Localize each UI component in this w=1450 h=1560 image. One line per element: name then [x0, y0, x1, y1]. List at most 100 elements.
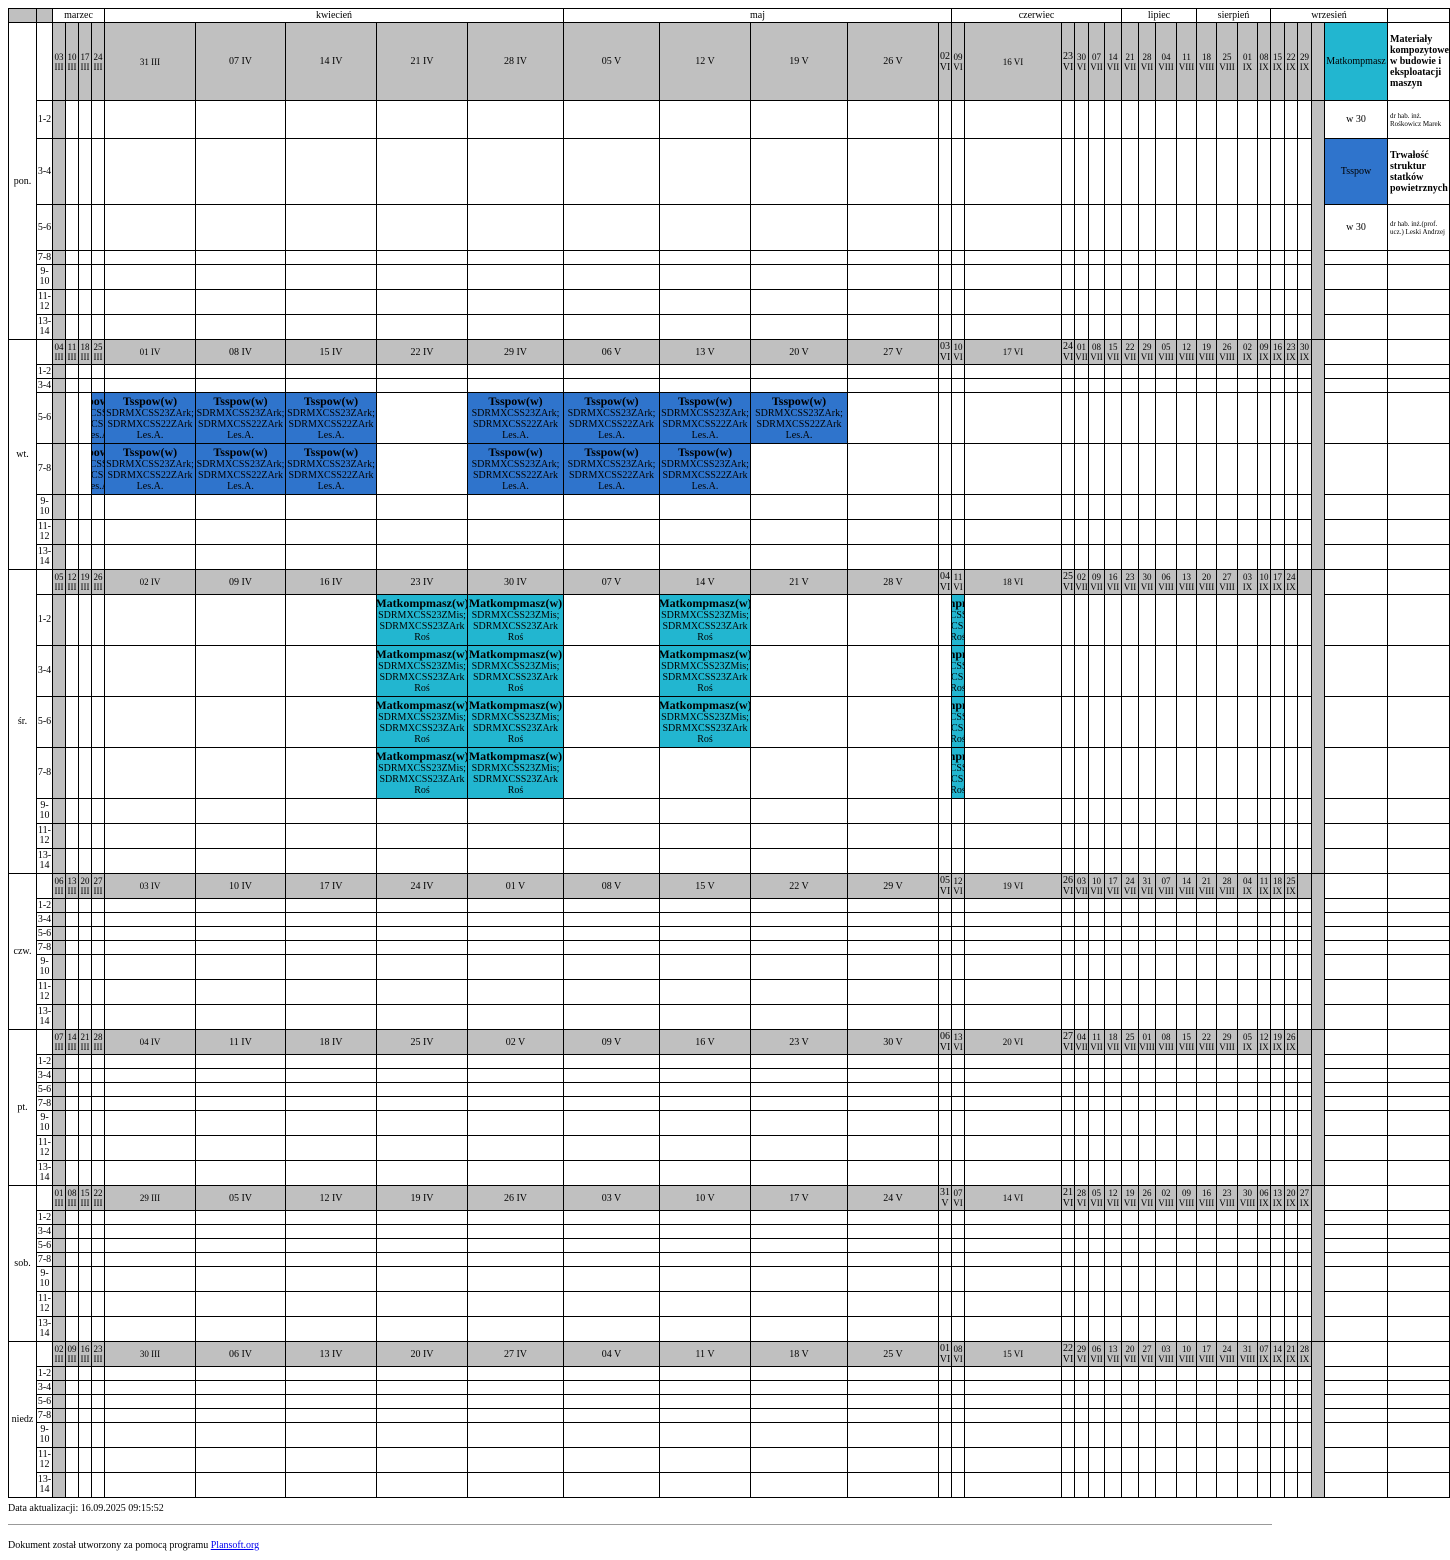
empty-cell[interactable] — [1196, 519, 1217, 545]
empty-cell[interactable] — [1104, 979, 1122, 1005]
empty-cell[interactable] — [951, 250, 965, 265]
empty-cell[interactable] — [750, 798, 848, 824]
empty-cell[interactable] — [1104, 289, 1122, 315]
empty-cell[interactable] — [195, 747, 286, 799]
empty-cell[interactable] — [847, 138, 939, 205]
class-tsspow[interactable]: Tsspow(w)SDRMXCSS23ZArk;SDRMXCSS22ZArkLe… — [195, 392, 286, 444]
empty-cell[interactable] — [376, 912, 468, 927]
empty-cell[interactable] — [951, 1082, 965, 1097]
empty-cell[interactable] — [1074, 696, 1089, 748]
empty-cell[interactable] — [65, 289, 79, 315]
empty-cell[interactable] — [847, 1394, 939, 1409]
empty-cell[interactable] — [1176, 979, 1197, 1005]
empty-cell[interactable] — [1061, 250, 1075, 265]
empty-cell[interactable] — [1138, 1291, 1156, 1317]
empty-cell[interactable] — [1121, 823, 1139, 849]
empty-cell[interactable] — [1155, 1068, 1177, 1083]
empty-cell[interactable] — [964, 1210, 1062, 1225]
empty-cell[interactable] — [467, 1408, 564, 1423]
empty-cell[interactable] — [1121, 544, 1139, 570]
empty-cell[interactable] — [1284, 204, 1298, 251]
empty-cell[interactable] — [563, 1210, 660, 1225]
plansoft-link[interactable]: Plansoft.org — [211, 1540, 259, 1551]
empty-cell[interactable] — [1138, 100, 1156, 139]
empty-cell[interactable] — [1088, 1054, 1105, 1069]
empty-cell[interactable] — [1104, 1291, 1122, 1317]
empty-cell[interactable] — [1257, 1004, 1271, 1030]
empty-cell[interactable] — [938, 594, 952, 646]
empty-cell[interactable] — [659, 1068, 751, 1083]
empty-cell[interactable] — [65, 1135, 79, 1161]
empty-cell[interactable] — [467, 940, 564, 955]
empty-cell[interactable] — [285, 1394, 377, 1409]
empty-cell[interactable] — [1121, 1422, 1139, 1448]
empty-cell[interactable] — [1270, 1472, 1285, 1498]
empty-cell[interactable] — [1074, 1394, 1089, 1409]
empty-cell[interactable] — [1297, 848, 1312, 874]
empty-cell[interactable] — [195, 314, 286, 340]
empty-cell[interactable] — [1216, 138, 1238, 205]
empty-cell[interactable] — [376, 1224, 468, 1239]
empty-cell[interactable] — [1104, 1224, 1122, 1239]
empty-cell[interactable] — [1061, 898, 1075, 913]
empty-cell[interactable] — [285, 1054, 377, 1069]
empty-cell[interactable] — [964, 1316, 1062, 1342]
empty-cell[interactable] — [1176, 747, 1197, 799]
empty-cell[interactable] — [1237, 1082, 1258, 1097]
empty-cell[interactable] — [376, 1135, 468, 1161]
empty-cell[interactable] — [1196, 1224, 1217, 1239]
empty-cell[interactable] — [1196, 264, 1217, 290]
empty-cell[interactable] — [65, 798, 79, 824]
empty-cell[interactable] — [104, 798, 196, 824]
empty-cell[interactable] — [1284, 1224, 1298, 1239]
empty-cell[interactable] — [1061, 1266, 1075, 1292]
empty-cell[interactable] — [1074, 1316, 1089, 1342]
empty-cell[interactable] — [1155, 1472, 1177, 1498]
empty-cell[interactable] — [91, 848, 105, 874]
empty-cell[interactable] — [1138, 1447, 1156, 1473]
empty-cell[interactable] — [195, 1068, 286, 1083]
empty-cell[interactable] — [1237, 1160, 1258, 1186]
empty-cell[interactable] — [1121, 954, 1139, 980]
empty-cell[interactable] — [78, 696, 92, 748]
empty-cell[interactable] — [467, 289, 564, 315]
empty-cell[interactable] — [750, 1316, 848, 1342]
empty-cell[interactable] — [563, 954, 660, 980]
empty-cell[interactable] — [847, 544, 939, 570]
empty-cell[interactable] — [563, 100, 660, 139]
empty-cell[interactable] — [1237, 1135, 1258, 1161]
empty-cell[interactable] — [938, 1447, 952, 1473]
empty-cell[interactable] — [104, 1266, 196, 1292]
empty-cell[interactable] — [1257, 378, 1271, 393]
empty-cell[interactable] — [104, 1210, 196, 1225]
empty-cell[interactable] — [1176, 1054, 1197, 1069]
empty-cell[interactable] — [938, 314, 952, 340]
empty-cell[interactable] — [1257, 1316, 1271, 1342]
empty-cell[interactable] — [563, 1266, 660, 1292]
empty-cell[interactable] — [285, 544, 377, 570]
empty-cell[interactable] — [1257, 314, 1271, 340]
empty-cell[interactable] — [1121, 1252, 1139, 1267]
empty-cell[interactable] — [1237, 1291, 1258, 1317]
empty-cell[interactable] — [1297, 1422, 1312, 1448]
empty-cell[interactable] — [750, 1447, 848, 1473]
empty-cell[interactable] — [1270, 519, 1285, 545]
empty-cell[interactable] — [1196, 250, 1217, 265]
empty-cell[interactable] — [285, 378, 377, 393]
empty-cell[interactable] — [285, 494, 377, 520]
empty-cell[interactable] — [91, 1472, 105, 1498]
empty-cell[interactable] — [1155, 1252, 1177, 1267]
empty-cell[interactable] — [1284, 1380, 1298, 1395]
empty-cell[interactable] — [104, 898, 196, 913]
empty-cell[interactable] — [1237, 1004, 1258, 1030]
empty-cell[interactable] — [964, 314, 1062, 340]
empty-cell[interactable] — [1216, 1316, 1238, 1342]
empty-cell[interactable] — [1138, 138, 1156, 205]
empty-cell[interactable] — [1270, 798, 1285, 824]
empty-cell[interactable] — [285, 1004, 377, 1030]
empty-cell[interactable] — [1284, 1266, 1298, 1292]
empty-cell[interactable] — [659, 979, 751, 1005]
empty-cell[interactable] — [1216, 798, 1238, 824]
empty-cell[interactable] — [847, 1082, 939, 1097]
empty-cell[interactable] — [951, 443, 965, 495]
